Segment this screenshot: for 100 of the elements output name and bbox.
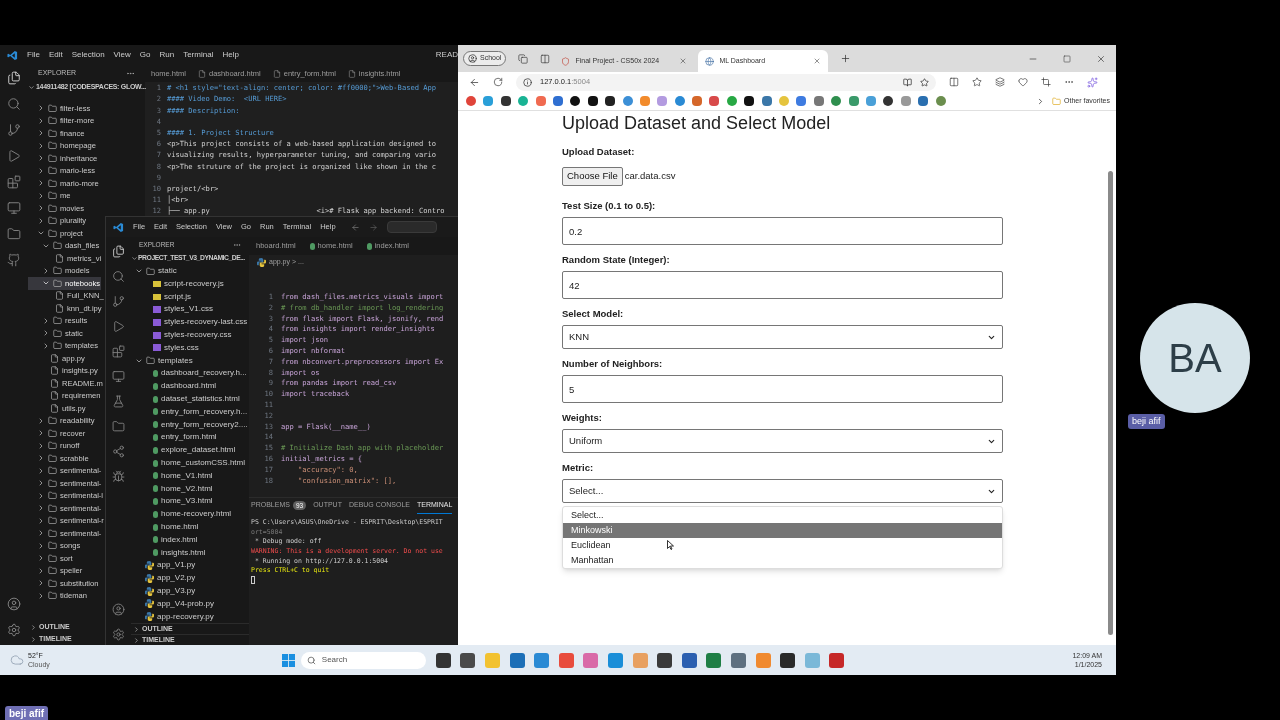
chevron-right-icon[interactable]: [37, 441, 45, 450]
dropdown-option[interactable]: Euclidean: [563, 538, 1002, 553]
tree-item[interactable]: script-recovery.js: [131, 277, 249, 291]
chevron-right-icon[interactable]: [37, 191, 45, 200]
chevron-right-icon[interactable]: [37, 579, 45, 588]
remote-explorer-icon[interactable]: [7, 201, 21, 215]
app-icon[interactable]: [681, 652, 697, 668]
chevron-right-icon[interactable]: [37, 566, 45, 575]
tree-item[interactable]: home.html: [131, 520, 249, 534]
tree-item[interactable]: dashboard.html: [131, 379, 249, 393]
app-icon[interactable]: [780, 652, 796, 668]
app-icon[interactable]: [657, 652, 673, 668]
tree-item[interactable]: script.js: [131, 290, 249, 304]
chevron-right-icon[interactable]: [37, 129, 45, 138]
bookmark-icon[interactable]: [570, 96, 581, 106]
search-icon[interactable]: [112, 270, 125, 283]
chevron-right-icon[interactable]: [37, 529, 45, 538]
tree-item[interactable]: home_V2.html: [131, 482, 249, 496]
select-field[interactable]: Uniform: [562, 429, 1003, 453]
github-icon[interactable]: [7, 253, 21, 267]
tree-item[interactable]: home_V1.html: [131, 469, 249, 483]
account-icon[interactable]: [112, 603, 125, 616]
menu-item[interactable]: Go: [139, 49, 151, 61]
favorites-icon[interactable]: [972, 77, 982, 87]
chevron-right-icon[interactable]: [37, 141, 45, 150]
extensions-icon[interactable]: [7, 175, 21, 189]
dropdown-option[interactable]: Minkowski: [563, 523, 1002, 538]
menu-item[interactable]: Terminal: [183, 49, 214, 61]
settings-icon[interactable]: [112, 628, 125, 641]
run-debug-icon[interactable]: [7, 149, 21, 163]
tree-item[interactable]: entry_form.html: [131, 431, 249, 444]
chevron-right-icon[interactable]: [37, 541, 45, 550]
menu-item[interactable]: Help: [222, 49, 239, 61]
maximize-icon[interactable]: [1063, 54, 1071, 63]
text-field[interactable]: 5: [562, 375, 1003, 403]
tree-item[interactable]: home-recovery.html: [131, 507, 249, 521]
search-icon[interactable]: [7, 97, 21, 111]
tree-item[interactable]: styles_V1.css: [131, 303, 249, 316]
workspaces-icon[interactable]: [518, 53, 529, 64]
tree-item[interactable]: app_V2.py: [131, 571, 249, 585]
tree-item[interactable]: styles-recovery-last.css: [131, 315, 249, 329]
remote-explorer-icon[interactable]: [112, 370, 125, 383]
tree-item[interactable]: app_V4-prob.py: [131, 597, 249, 611]
chevron-right-icon[interactable]: [37, 454, 45, 463]
bug-icon[interactable]: [112, 470, 125, 483]
favorite-star-icon[interactable]: [920, 77, 929, 87]
settings-icon[interactable]: [7, 623, 21, 637]
back-arrow-icon[interactable]: [350, 222, 360, 232]
menu-item[interactable]: Run: [159, 49, 175, 61]
tree-item[interactable]: styles-recovery.css: [131, 328, 249, 342]
chevron-right-icon[interactable]: [37, 166, 45, 175]
tree-item[interactable]: entry_form_recovery.h...: [131, 405, 249, 419]
chevron-right-icon[interactable]: [37, 429, 45, 438]
close-tab-icon[interactable]: [813, 57, 822, 65]
app-icon[interactable]: [435, 652, 451, 668]
bookmark-icon[interactable]: [605, 96, 616, 106]
run-debug-icon[interactable]: [112, 320, 125, 333]
choose-file-button[interactable]: Choose File: [562, 167, 623, 186]
text-field[interactable]: 0.2: [562, 217, 1003, 245]
tree-item[interactable]: insights.html: [131, 546, 249, 559]
tree-item[interactable]: app-recovery.py: [131, 610, 249, 623]
tree-item[interactable]: explore_dataset.html: [131, 443, 249, 457]
chevron-right-icon[interactable]: [37, 416, 45, 425]
back-icon[interactable]: [469, 76, 480, 88]
taskbar-search[interactable]: Search: [300, 651, 426, 669]
chevron-right-icon[interactable]: [37, 466, 45, 475]
chevron-right-icon[interactable]: [42, 266, 50, 275]
extensions-icon[interactable]: [112, 345, 125, 358]
folder-icon[interactable]: [7, 227, 21, 241]
account-icon[interactable]: [7, 597, 21, 611]
new-tab-icon[interactable]: [840, 53, 852, 64]
tree-item[interactable]: static: [131, 264, 249, 278]
chevron-right-icon[interactable]: [42, 316, 50, 325]
source-control-icon[interactable]: [7, 123, 21, 137]
screenshot-icon[interactable]: [1041, 77, 1051, 87]
split-screen-icon[interactable]: [949, 77, 959, 87]
tree-item[interactable]: templates: [131, 354, 249, 368]
chevron-right-icon[interactable]: [37, 204, 45, 213]
chevron-right-icon[interactable]: [37, 554, 45, 563]
chevron-right-icon[interactable]: [37, 491, 45, 500]
explorer-icon[interactable]: [7, 71, 21, 85]
menu-item[interactable]: Edit: [48, 49, 63, 61]
chevron-right-icon[interactable]: [37, 479, 45, 488]
chevron-right-icon[interactable]: [42, 341, 50, 350]
chevron-right-icon[interactable]: [37, 116, 45, 125]
windows-start-icon[interactable]: [281, 653, 295, 667]
tree-item[interactable]: entry_form_recovery2....: [131, 418, 249, 432]
site-info-icon[interactable]: [523, 77, 532, 87]
tree-item[interactable]: dashboard_recovery.h...: [131, 367, 249, 380]
read-aloud-icon[interactable]: [903, 77, 912, 87]
more-icon[interactable]: [126, 69, 135, 78]
folder-icon[interactable]: [112, 420, 125, 433]
bookmark-icon[interactable]: [883, 96, 894, 106]
dropdown-option[interactable]: Select...: [563, 508, 1002, 523]
chevron-right-icon[interactable]: [37, 104, 45, 113]
tree-item[interactable]: app_V1.py: [131, 559, 249, 572]
testing-icon[interactable]: [112, 395, 125, 408]
bookmark-icon[interactable]: [744, 96, 755, 106]
chevron-right-icon[interactable]: [37, 216, 45, 225]
select-field[interactable]: KNN: [562, 325, 1003, 349]
